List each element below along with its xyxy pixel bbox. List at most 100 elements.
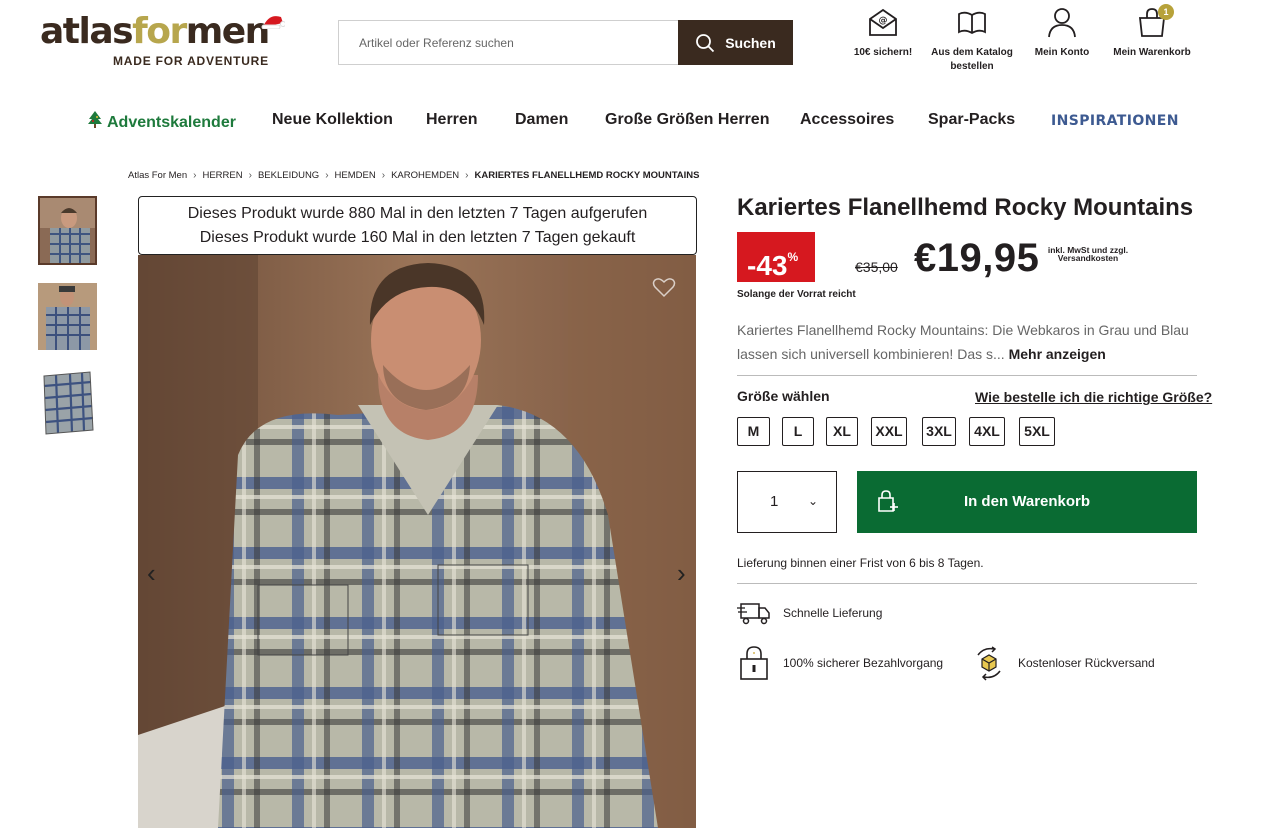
stock-note: Solange der Vorrat reicht xyxy=(737,289,856,300)
nav-item-women[interactable]: Damen xyxy=(515,111,568,129)
search-button-label: Suchen xyxy=(725,34,776,51)
catalog-label-line1: Aus dem Katalog xyxy=(931,47,1013,58)
nav-item-big-sizes[interactable]: Große Größen Herren xyxy=(605,111,769,129)
size-option[interactable]: XL xyxy=(826,417,858,446)
show-more-link[interactable]: Mehr anzeigen xyxy=(1009,346,1106,362)
search-button[interactable]: Suchen xyxy=(678,20,793,65)
thumbnail-image xyxy=(38,368,97,437)
svg-text:@: @ xyxy=(879,16,888,26)
view-stats-box: Dieses Produkt wurde 880 Mal in den letz… xyxy=(138,196,697,255)
feature-fast-delivery: Schnelle Lieferung xyxy=(737,600,882,626)
thumbnail-2[interactable] xyxy=(38,283,97,350)
size-guide-link[interactable]: Wie bestelle ich die richtige Größe? xyxy=(975,389,1212,405)
logo-word-atlas: atlas xyxy=(40,11,134,52)
account-label: Mein Konto xyxy=(1034,47,1090,58)
breadcrumb: Atlas For Men › HERREN › BEKLEIDUNG › HEMDE… xyxy=(128,170,700,181)
size-option[interactable]: XXL xyxy=(871,417,907,446)
product-main-image[interactable] xyxy=(138,255,696,828)
tax-note: inkl. MwSt und zzgl. Versandkosten xyxy=(1043,246,1133,263)
discount-badge: -43% xyxy=(737,232,815,282)
cart-link[interactable]: 1 Mein Warenkorb xyxy=(1107,4,1197,60)
discount-unit: % xyxy=(787,250,799,264)
feature-secure-label: 100% sicherer Bezahlvorgang xyxy=(783,656,944,670)
return-box-icon xyxy=(977,646,1001,681)
size-option[interactable]: 3XL xyxy=(922,417,956,446)
nav-item-advent[interactable]: Adventskalender xyxy=(87,111,236,132)
add-to-cart-label: In den Warenkorb xyxy=(963,493,1091,510)
product-title: Kariertes Flanellhemd Rocky Mountains xyxy=(737,194,1194,221)
description-text: Kariertes Flanellhemd Rocky Mountains: D… xyxy=(737,322,1189,362)
gallery-prev-arrow[interactable]: ‹ xyxy=(147,558,156,589)
size-label: Größe wählen xyxy=(737,388,830,404)
breadcrumb-separator: › xyxy=(325,170,329,181)
feature-free-return: Kostenloser Rückversand xyxy=(972,645,1155,681)
product-photo xyxy=(138,255,696,828)
size-option[interactable]: 5XL xyxy=(1019,417,1055,446)
delivery-truck-icon xyxy=(737,603,770,625)
breadcrumb-item[interactable]: HERREN xyxy=(202,170,242,181)
padlock-icon xyxy=(740,646,768,680)
cart-label: Mein Warenkorb xyxy=(1113,47,1191,58)
add-to-bag-icon xyxy=(878,490,898,512)
breadcrumb-item[interactable]: HEMDEN xyxy=(335,170,376,181)
main-navigation: Adventskalender Neue Kollektion Herren D… xyxy=(0,111,1269,133)
views-text: Dieses Produkt wurde 880 Mal in den letz… xyxy=(187,205,648,222)
brand-logo[interactable]: atlasformen MADE FOR ADVENTURE xyxy=(40,12,300,72)
search-bar: Suchen xyxy=(338,20,793,65)
current-price: €19,95 xyxy=(914,236,1040,280)
breadcrumb-item[interactable]: KAROHEMDEN xyxy=(391,170,459,181)
old-price: €35,00 xyxy=(855,259,898,275)
account-link[interactable]: Mein Konto xyxy=(1017,6,1107,60)
breadcrumb-separator: › xyxy=(193,170,197,181)
feature-secure-payment: 100% sicherer Bezahlvorgang xyxy=(737,645,943,681)
size-option[interactable]: M xyxy=(737,417,770,446)
breadcrumb-item[interactable]: BEKLEIDUNG xyxy=(258,170,319,181)
feature-fast-label: Schnelle Lieferung xyxy=(783,606,883,620)
feature-return-label: Kostenloser Rückversand xyxy=(1018,656,1155,670)
delivery-info: Lieferung binnen einer Frist von 6 bis 8… xyxy=(737,556,984,570)
voucher-label: 10€ sichern! xyxy=(853,47,913,58)
tax-note-line2: Versandkosten xyxy=(1057,253,1119,263)
nav-item-new[interactable]: Neue Kollektion xyxy=(272,111,393,129)
thumbnail-image xyxy=(38,283,97,350)
search-input[interactable] xyxy=(339,21,678,64)
breadcrumb-current: KARIERTES FLANELLHEMD ROCKY MOUNTAINS xyxy=(474,170,700,181)
gallery-next-arrow[interactable]: › xyxy=(677,558,686,589)
catalog-label-line2: bestellen xyxy=(950,61,994,72)
cart-count-badge: 1 xyxy=(1158,4,1174,20)
breadcrumb-separator: › xyxy=(381,170,386,181)
nav-item-accessories[interactable]: Accessoires xyxy=(800,111,894,129)
size-option[interactable]: 4XL xyxy=(969,417,1005,446)
user-icon xyxy=(1048,8,1076,38)
voucher-link[interactable]: @ 10€ sichern! xyxy=(838,6,928,60)
book-icon xyxy=(958,11,986,35)
thumbnail-image xyxy=(40,198,95,263)
heart-icon[interactable] xyxy=(652,276,676,298)
add-to-cart-button[interactable]: In den Warenkorb xyxy=(857,471,1197,533)
logo-word-men: men xyxy=(185,11,271,52)
nav-item-packs[interactable]: Spar-Packs xyxy=(928,111,1015,129)
nav-label-advent: Adventskalender xyxy=(107,114,236,131)
nav-item-inspiration[interactable]: INSPIRATIONEN xyxy=(1051,113,1179,129)
thumbnail-1[interactable] xyxy=(38,196,97,265)
chevron-down-icon: ⌄ xyxy=(808,494,819,508)
christmas-tree-icon xyxy=(88,111,102,128)
mail-voucher-icon: @ xyxy=(869,8,897,36)
thumbnail-3[interactable] xyxy=(38,368,97,437)
santa-hat-icon xyxy=(261,16,285,29)
logo-word-for: for xyxy=(132,11,187,52)
product-description: Kariertes Flanellhemd Rocky Mountains: D… xyxy=(737,318,1197,366)
nav-item-men[interactable]: Herren xyxy=(426,111,478,129)
discount-value: -43 xyxy=(747,250,788,281)
purchases-text: Dieses Produkt wurde 160 Mal in den letz… xyxy=(199,229,636,246)
breadcrumb-separator: › xyxy=(248,170,252,181)
quantity-select[interactable]: 1 ⌄ xyxy=(737,471,837,533)
breadcrumb-separator: › xyxy=(465,170,469,181)
catalog-link[interactable]: Aus dem Katalog bestellen xyxy=(927,6,1017,74)
brand-tagline: MADE FOR ADVENTURE xyxy=(113,54,269,68)
size-option[interactable]: L xyxy=(782,417,814,446)
divider xyxy=(737,583,1197,584)
search-icon xyxy=(696,33,715,52)
breadcrumb-item[interactable]: Atlas For Men xyxy=(128,170,187,181)
quantity-value: 1 xyxy=(770,493,779,510)
